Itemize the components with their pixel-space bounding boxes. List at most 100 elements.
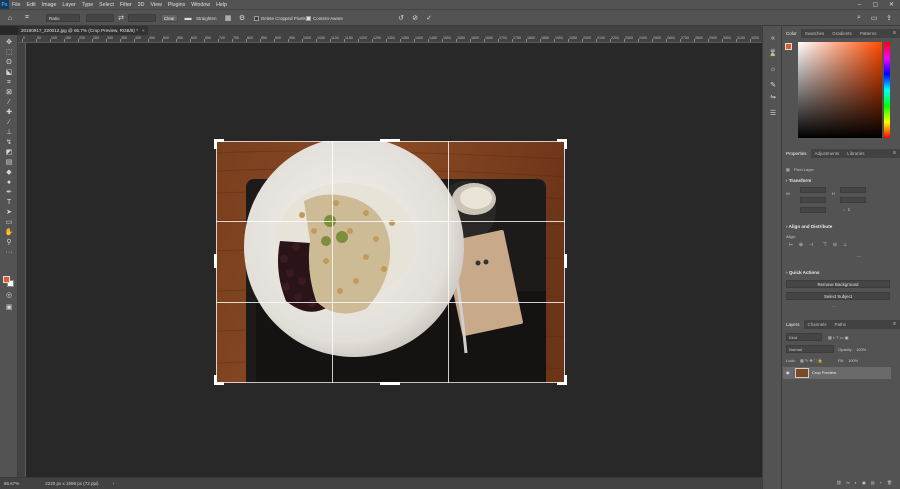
crop-handle-bottom-right-v[interactable]	[564, 375, 567, 385]
menu-3d[interactable]: 3D	[135, 2, 148, 8]
pen-tool-icon[interactable]: ✒	[3, 188, 15, 197]
menu-help[interactable]: Help	[213, 2, 230, 8]
clear-button[interactable]: Clear	[161, 14, 178, 22]
transform-heading[interactable]: › Transform	[786, 178, 811, 183]
align-top-icon[interactable]: ⊤	[822, 242, 828, 248]
y-input[interactable]	[840, 197, 866, 203]
crop-handle-top-right-v[interactable]	[564, 139, 567, 149]
align-bottom-icon[interactable]: ⊥	[842, 242, 848, 248]
gradient-tool-icon[interactable]: ▤	[3, 158, 15, 167]
tab-properties[interactable]: Properties	[782, 149, 811, 158]
content-aware-checkbox[interactable]: Content-Aware	[306, 14, 343, 22]
swap-icon[interactable]: ⇄	[116, 13, 126, 23]
panel-menu-icon[interactable]: ≡	[893, 30, 896, 36]
gear-icon[interactable]: ⚙	[237, 13, 247, 23]
menu-view[interactable]: View	[147, 2, 164, 8]
commit-check-icon[interactable]: ✓	[424, 13, 434, 23]
menu-type[interactable]: Type	[79, 2, 96, 8]
crop-handle-top-left-v[interactable]	[214, 139, 217, 149]
blend-mode-select[interactable]: Normal	[786, 345, 834, 353]
tab-patterns[interactable]: Patterns	[856, 29, 881, 38]
hand-tool-icon[interactable]: ✋	[3, 228, 15, 237]
move-tool-icon[interactable]: ✥	[3, 38, 15, 47]
sun-icon[interactable]: ☼	[768, 64, 778, 74]
select-subject-button[interactable]: Select Subject	[786, 292, 890, 300]
panel-menu-icon[interactable]: ≡	[893, 321, 896, 327]
filter-icons[interactable]: ▦ ◐ T ▭ ▣	[828, 335, 849, 340]
tab-layers[interactable]: Layers	[782, 320, 804, 329]
adjust-icon[interactable]: ☰	[768, 108, 778, 118]
quick-mask-icon[interactable]: ◎	[3, 291, 15, 300]
trash-icon[interactable]: 🗑	[887, 480, 892, 485]
width-input[interactable]	[800, 187, 826, 193]
crop-handle-top[interactable]	[380, 139, 400, 142]
tab-color[interactable]: Color	[782, 29, 801, 38]
layer-filter-select[interactable]: Kind	[786, 333, 822, 341]
crop-tool-icon[interactable]: ⌗	[22, 13, 32, 23]
crop-handle-bottom-left-v[interactable]	[214, 375, 217, 385]
group-icon[interactable]: ▤	[871, 480, 875, 485]
menu-edit[interactable]: Edit	[24, 2, 39, 8]
foreground-color-swatch[interactable]	[3, 276, 10, 283]
blur-tool-icon[interactable]: ◆	[3, 168, 15, 177]
lock-icons[interactable]: ▦ ✎ ✥ ⛶ 🔒	[800, 358, 823, 363]
tab-swatches[interactable]: Swatches	[801, 29, 829, 38]
straighten-label[interactable]: Straighten	[196, 14, 217, 22]
menu-window[interactable]: Window	[188, 2, 213, 8]
minimize-icon[interactable]: –	[854, 0, 865, 9]
delete-cropped-checkbox[interactable]: Delete Cropped Pixels	[254, 14, 306, 22]
workspace-icon[interactable]: ▭	[869, 13, 879, 23]
tab-libraries[interactable]: Libraries	[843, 149, 868, 158]
align-heading[interactable]: › Align and Distribute	[786, 224, 832, 229]
history-icon[interactable]: ⌛	[768, 48, 778, 58]
menu-file[interactable]: File	[9, 2, 24, 8]
brush-tool-icon[interactable]: ∕	[3, 118, 15, 127]
tab-channels[interactable]: Channels	[804, 320, 831, 329]
healing-tool-icon[interactable]: ✚	[3, 108, 15, 117]
path-select-tool-icon[interactable]: ➤	[3, 208, 15, 217]
ratio-select[interactable]: Ratio	[46, 14, 80, 22]
adjustment-layer-icon[interactable]: ▣	[862, 480, 866, 485]
cancel-icon[interactable]: ⊘	[410, 13, 420, 23]
link-icon[interactable]: ⛓	[836, 480, 841, 485]
close-icon[interactable]: ✕	[886, 0, 897, 9]
tab-adjustments[interactable]: Adjustments	[811, 149, 844, 158]
height-input[interactable]	[840, 187, 866, 193]
align-right-icon[interactable]: ⊣	[808, 242, 814, 248]
color-field[interactable]	[798, 42, 882, 138]
crop-handle-bottom[interactable]	[380, 382, 400, 385]
visibility-eye-icon[interactable]: ◉	[786, 370, 790, 375]
align-left-icon[interactable]: ⊢	[788, 242, 794, 248]
zoom-tool-icon[interactable]: ⚲	[3, 238, 15, 247]
search-icon[interactable]: ⌕	[854, 13, 864, 23]
crop-handle-left[interactable]	[214, 254, 217, 268]
menu-filter[interactable]: Filter	[117, 2, 135, 8]
maximize-icon[interactable]: ▢	[870, 0, 881, 9]
menu-select[interactable]: Select	[96, 2, 117, 8]
menu-plugins[interactable]: Plugins	[165, 2, 188, 8]
frame-tool-icon[interactable]: ⊠	[3, 88, 15, 97]
panel-menu-icon[interactable]: ≡	[893, 150, 896, 156]
status-arrow-icon[interactable]: ›	[113, 481, 115, 486]
more-align-icon[interactable]: ···	[856, 254, 862, 260]
overlay-grid-icon[interactable]: ▦	[223, 13, 233, 23]
ratio-width-input[interactable]	[86, 14, 114, 22]
crop-tool-icon-active[interactable]: ⌗	[3, 78, 15, 87]
object-select-tool-icon[interactable]: ⬕	[3, 68, 15, 77]
mask-icon[interactable]: ◐	[855, 480, 857, 485]
remove-background-button[interactable]: Remove Background	[786, 280, 890, 288]
dodge-tool-icon[interactable]: ●	[3, 178, 15, 187]
stamp-tool-icon[interactable]: ⊥	[3, 128, 15, 137]
tab-gradients[interactable]: Gradients	[828, 29, 856, 38]
hue-slider[interactable]	[884, 42, 890, 138]
eraser-tool-icon[interactable]: ◩	[3, 148, 15, 157]
more-actions[interactable]: ···	[832, 304, 836, 309]
angle-input[interactable]	[800, 207, 826, 213]
quick-actions-heading[interactable]: › Quick Actions	[786, 270, 820, 275]
share-icon[interactable]: ⇪	[884, 13, 894, 23]
tab-paths[interactable]: Paths	[831, 320, 851, 329]
straighten-icon[interactable]: ▬	[183, 13, 193, 23]
layer-name[interactable]: Crop Preview	[812, 370, 836, 375]
clone-source-icon[interactable]: ⇋	[768, 92, 778, 102]
flip-icon[interactable]: ⇔ ⇕	[842, 207, 850, 212]
